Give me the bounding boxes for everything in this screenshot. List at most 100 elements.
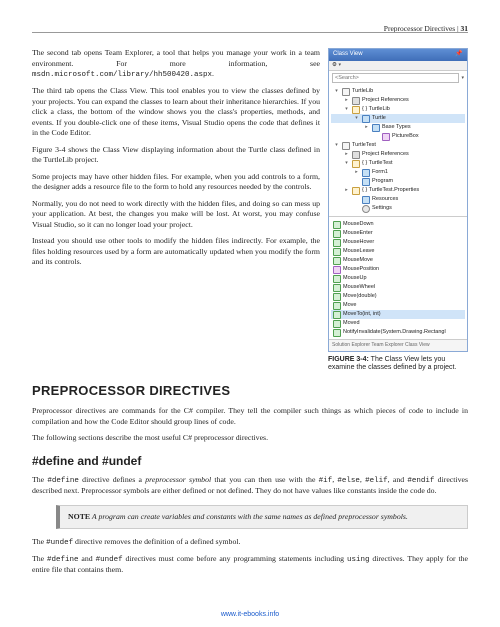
member-node[interactable]: MouseUp — [331, 274, 465, 283]
class-view-search-input[interactable] — [332, 73, 459, 83]
tree-node-label: Settings — [372, 205, 392, 212]
paragraph: The third tab opens the Class View. This… — [32, 86, 320, 139]
expand-icon[interactable]: ▾ — [343, 106, 350, 113]
member-node[interactable]: MouseWheel — [331, 283, 465, 292]
paragraph: Instead you should use other tools to mo… — [32, 236, 320, 268]
method-icon — [333, 311, 341, 319]
member-node[interactable]: Move — [331, 301, 465, 310]
paragraph: Figure 3-4 shows the Class View displayi… — [32, 145, 320, 166]
member-node[interactable]: NotifyInvalidate(System.Drawing.Rectangl — [331, 328, 465, 337]
tree-node[interactable]: ▾ { } TurtleTest — [331, 159, 465, 168]
tree-node-label: { } TurtleLib — [362, 106, 390, 113]
figure-caption: FIGURE 3-4: The Class View lets you exam… — [328, 356, 468, 374]
ns-icon — [352, 160, 360, 168]
expand-icon[interactable]: ▸ — [343, 151, 350, 158]
class-view-panel: Class View 📌 ⚙ ▾TurtleLib▸Project Refere… — [328, 48, 468, 352]
expand-icon[interactable] — [373, 133, 380, 140]
section-heading: PREPROCESSOR DIRECTIVES — [32, 383, 468, 400]
member-node[interactable]: MouseEnter — [331, 229, 465, 238]
class-view-tree-top[interactable]: ▾TurtleLib▸Project References▾{ } Turtle… — [329, 85, 467, 215]
proj-icon — [342, 88, 350, 96]
expand-icon[interactable]: ▾ — [353, 115, 360, 122]
toolbar-icon[interactable]: ⚙ — [332, 62, 337, 68]
tree-node[interactable]: PictureBox — [331, 132, 465, 141]
tree-node[interactable]: ▾TurtleLib — [331, 87, 465, 96]
member-label: MouseMove — [343, 257, 373, 264]
expand-icon[interactable] — [353, 205, 360, 212]
member-node[interactable]: Move(double) — [331, 292, 465, 301]
method-icon — [333, 248, 341, 256]
member-label: MouseHover — [343, 239, 374, 246]
expand-icon[interactable]: ▸ — [343, 187, 350, 194]
expand-icon[interactable]: ▸ — [343, 97, 350, 104]
member-node[interactable]: MouseDown — [331, 220, 465, 229]
footer-link[interactable]: www.it-ebooks.info — [0, 610, 500, 619]
class-icon — [362, 178, 370, 186]
tree-node[interactable]: Settings — [331, 204, 465, 213]
tree-node[interactable]: ▸Project References — [331, 96, 465, 105]
class-view-tabs[interactable]: Solution Explorer Team Explorer Class Vi… — [329, 339, 467, 351]
paragraph: Some projects may have other hidden file… — [32, 172, 320, 193]
member-label: MousePosition — [343, 266, 379, 273]
tree-node[interactable]: Resources — [331, 195, 465, 204]
member-label: NotifyInvalidate(System.Drawing.Rectangl — [343, 329, 446, 336]
paragraph: Preprocessor directives are commands for… — [32, 406, 468, 427]
note-box: NOTE A program can create variables and … — [56, 505, 468, 529]
header-rule — [32, 32, 468, 33]
tree-node-label: { } TurtleTest.Properties — [362, 187, 419, 194]
expand-icon[interactable]: ▾ — [343, 160, 350, 167]
member-node[interactable]: MoveTo(int, int) — [331, 310, 465, 319]
method-icon — [333, 293, 341, 301]
class-view-titlebar: Class View 📌 — [329, 49, 467, 61]
chevron-down-icon[interactable] — [461, 75, 464, 82]
tree-node-label: Project References — [362, 151, 409, 158]
expand-icon[interactable]: ▸ — [353, 169, 360, 176]
member-node[interactable]: Moved — [331, 319, 465, 328]
tree-node[interactable]: ▾TurtleTest — [331, 141, 465, 150]
tree-node[interactable]: ▸Form1 — [331, 168, 465, 177]
ns-icon — [352, 187, 360, 195]
subsection-heading: #define and #undef — [32, 454, 468, 470]
class-view-title: Class View — [333, 51, 363, 59]
member-node[interactable]: MousePosition — [331, 265, 465, 274]
method-icon — [333, 257, 341, 265]
pane-divider[interactable] — [329, 216, 467, 217]
tree-node[interactable]: ▸ Base Types — [331, 123, 465, 132]
expand-icon[interactable] — [353, 178, 360, 185]
paragraph: The following sections describe the most… — [32, 433, 468, 444]
tree-node[interactable]: ▾ { } TurtleLib — [331, 105, 465, 114]
chevron-down-icon[interactable] — [338, 62, 341, 68]
tree-node[interactable]: ▾Turtle — [331, 114, 465, 123]
figure-column: Class View 📌 ⚙ ▾TurtleLib▸Project Refere… — [328, 48, 468, 373]
ref-icon — [352, 97, 360, 105]
tree-node-label: Program — [372, 178, 393, 185]
member-label: MouseDown — [343, 221, 374, 228]
tree-node-label: Base Types — [382, 124, 411, 131]
expand-icon[interactable] — [353, 196, 360, 203]
paragraph: Normally, you do not need to work direct… — [32, 199, 320, 231]
tree-node[interactable]: ▸ Project References — [331, 150, 465, 159]
tree-node[interactable]: ▸ { } TurtleTest.Properties — [331, 186, 465, 195]
url-text: msdn.microsoft.com/library/hh500420.aspx — [32, 71, 212, 79]
expand-icon[interactable]: ▾ — [333, 142, 340, 149]
member-node[interactable]: MouseMove — [331, 256, 465, 265]
member-node[interactable]: MouseHover — [331, 238, 465, 247]
expand-icon[interactable]: ▾ — [333, 88, 340, 95]
tree-node-label: { } TurtleTest — [362, 160, 393, 167]
method-icon — [333, 302, 341, 310]
pin-icon[interactable]: 📌 — [455, 51, 463, 59]
class-icon — [362, 115, 370, 123]
tree-node[interactable]: Program — [331, 177, 465, 186]
tree-node-label: PictureBox — [392, 133, 419, 140]
full-width-body: PREPROCESSOR DIRECTIVES Preprocessor dir… — [32, 383, 468, 576]
note-label: NOTE — [68, 512, 90, 521]
class-view-tree-bottom[interactable]: MouseDownMouseEnterMouseHoverMouseLeaveM… — [329, 218, 467, 339]
enum-icon — [382, 133, 390, 141]
class-icon — [362, 196, 370, 204]
expand-icon[interactable]: ▸ — [363, 124, 370, 131]
member-label: Move(double) — [343, 293, 377, 300]
note-text: A program can create variables and const… — [90, 512, 408, 521]
member-node[interactable]: MouseLeave — [331, 247, 465, 256]
class-view-search-row — [329, 71, 467, 85]
tree-node-label: Resources — [372, 196, 398, 203]
